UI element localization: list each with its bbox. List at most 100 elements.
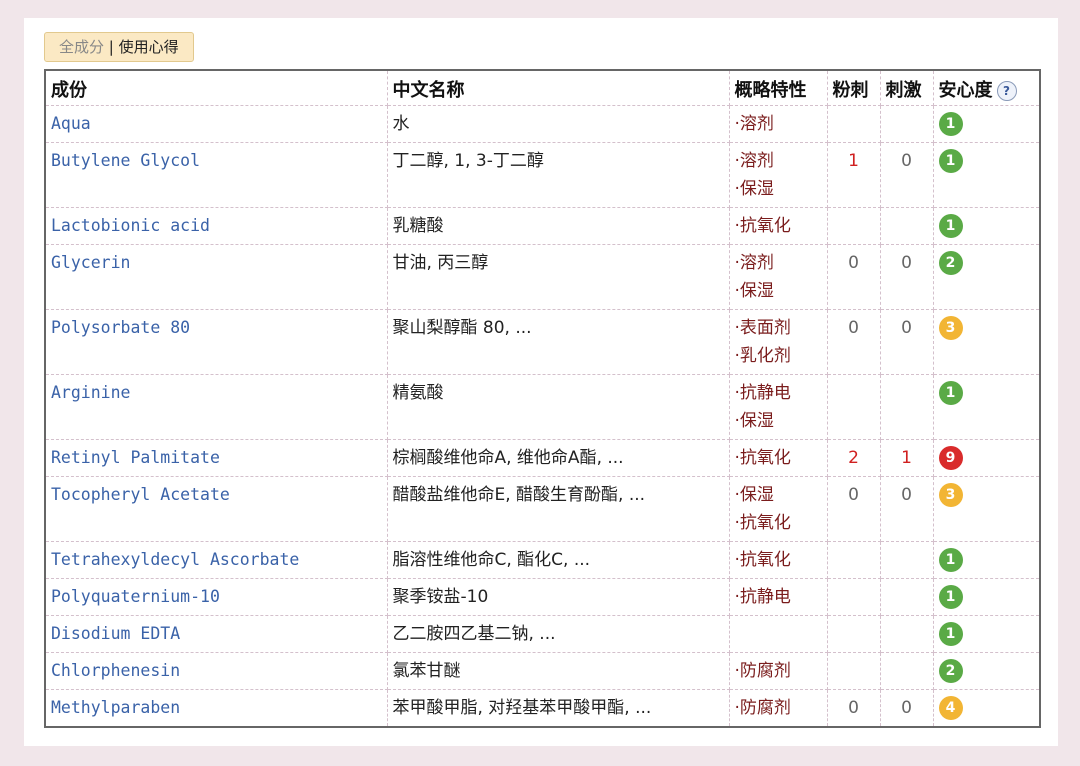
- ingredient-link[interactable]: Aqua: [45, 106, 387, 143]
- properties-cell: ·防腐剂: [729, 653, 827, 690]
- table-row: Tetrahexyldecyl Ascorbate 脂溶性维他命C, 酯化C, …: [45, 542, 1040, 579]
- property-tag: ·抗氧化: [735, 444, 822, 472]
- table-row: Retinyl Palmitate 棕榈酸维他命A, 维他命A酯, ... ·抗…: [45, 440, 1040, 477]
- safety-cell: 1: [933, 143, 1040, 208]
- safety-badge: 2: [939, 659, 963, 683]
- ingredient-link[interactable]: Methylparaben: [45, 690, 387, 728]
- ingredient-link[interactable]: Polyquaternium-10: [45, 579, 387, 616]
- header-acne: 粉刺: [827, 70, 880, 106]
- ingredient-link[interactable]: Retinyl Palmitate: [45, 440, 387, 477]
- safety-badge: 4: [939, 696, 963, 720]
- properties-cell: ·溶剂·保湿: [729, 245, 827, 310]
- chinese-name: 氯苯甘醚: [387, 653, 729, 690]
- irritation-value: [880, 208, 933, 245]
- acne-value: 0: [827, 245, 880, 310]
- irritation-value: 0: [880, 690, 933, 728]
- properties-cell: ·溶剂: [729, 106, 827, 143]
- ingredient-link[interactable]: Polysorbate 80: [45, 310, 387, 375]
- safety-cell: 1: [933, 106, 1040, 143]
- ingredient-link[interactable]: Tocopheryl Acetate: [45, 477, 387, 542]
- table-row: Chlorphenesin 氯苯甘醚 ·防腐剂 2: [45, 653, 1040, 690]
- ingredient-link[interactable]: Glycerin: [45, 245, 387, 310]
- property-tag: ·溶剂: [735, 147, 822, 175]
- safety-cell: 4: [933, 690, 1040, 728]
- properties-cell: ·溶剂·保湿: [729, 143, 827, 208]
- property-tag: ·溶剂: [735, 249, 822, 277]
- property-tag: ·抗氧化: [735, 509, 822, 537]
- safety-cell: 1: [933, 375, 1040, 440]
- header-safety-label: 安心度: [939, 80, 993, 101]
- properties-cell: ·防腐剂: [729, 690, 827, 728]
- safety-badge: 1: [939, 214, 963, 238]
- chinese-name: 精氨酸: [387, 375, 729, 440]
- ingredient-link[interactable]: Tetrahexyldecyl Ascorbate: [45, 542, 387, 579]
- irritation-value: [880, 375, 933, 440]
- tab-separator: |: [109, 38, 114, 56]
- properties-cell: ·抗氧化: [729, 542, 827, 579]
- safety-cell: 2: [933, 245, 1040, 310]
- ingredient-link[interactable]: Chlorphenesin: [45, 653, 387, 690]
- irritation-value: [880, 653, 933, 690]
- safety-cell: 1: [933, 579, 1040, 616]
- acne-value: 0: [827, 477, 880, 542]
- properties-cell: ·抗静电·保湿: [729, 375, 827, 440]
- chinese-name: 醋酸盐维他命E, 醋酸生育酚酯, ...: [387, 477, 729, 542]
- properties-cell: ·抗氧化: [729, 208, 827, 245]
- property-tag: ·保湿: [735, 481, 822, 509]
- safety-badge: 1: [939, 548, 963, 572]
- table-row: Lactobionic acid 乳糖酸 ·抗氧化 1: [45, 208, 1040, 245]
- acne-value: [827, 542, 880, 579]
- acne-value: 2: [827, 440, 880, 477]
- safety-badge: 1: [939, 149, 963, 173]
- chinese-name: 脂溶性维他命C, 酯化C, ...: [387, 542, 729, 579]
- table-row: Methylparaben 苯甲酸甲脂, 对羟基苯甲酸甲酯, ... ·防腐剂 …: [45, 690, 1040, 728]
- property-tag: ·防腐剂: [735, 694, 822, 722]
- safety-cell: 1: [933, 542, 1040, 579]
- properties-cell: ·抗氧化: [729, 440, 827, 477]
- tab-bar: 全成分 | 使用心得: [44, 32, 194, 62]
- safety-cell: 3: [933, 477, 1040, 542]
- property-tag: ·溶剂: [735, 110, 822, 138]
- irritation-value: 0: [880, 477, 933, 542]
- table-row: Aqua 水 ·溶剂 1: [45, 106, 1040, 143]
- property-tag: ·防腐剂: [735, 657, 822, 685]
- acne-value: [827, 208, 880, 245]
- table-row: Butylene Glycol 丁二醇, 1, 3-丁二醇 ·溶剂·保湿 1 0…: [45, 143, 1040, 208]
- chinese-name: 苯甲酸甲脂, 对羟基苯甲酸甲酯, ...: [387, 690, 729, 728]
- acne-value: [827, 106, 880, 143]
- chinese-name: 乙二胺四乙基二钠, ...: [387, 616, 729, 653]
- property-tag: ·抗静电: [735, 379, 822, 407]
- property-tag: ·抗氧化: [735, 546, 822, 574]
- acne-value: [827, 579, 880, 616]
- acne-value: [827, 375, 880, 440]
- tab-all-ingredients[interactable]: 全成分: [59, 38, 104, 56]
- table-row: Polysorbate 80 聚山梨醇酯 80, ... ·表面剂·乳化剂 0 …: [45, 310, 1040, 375]
- ingredient-link[interactable]: Arginine: [45, 375, 387, 440]
- safety-cell: 1: [933, 208, 1040, 245]
- irritation-value: [880, 616, 933, 653]
- help-icon[interactable]: ?: [997, 81, 1017, 101]
- properties-cell: [729, 616, 827, 653]
- tab-usage[interactable]: 使用心得: [119, 38, 179, 56]
- property-tag: ·保湿: [735, 175, 822, 203]
- ingredient-link[interactable]: Butylene Glycol: [45, 143, 387, 208]
- chinese-name: 聚季铵盐-10: [387, 579, 729, 616]
- acne-value: [827, 616, 880, 653]
- header-ingredient: 成份: [45, 70, 387, 106]
- table-row: Tocopheryl Acetate 醋酸盐维他命E, 醋酸生育酚酯, ... …: [45, 477, 1040, 542]
- table-row: Polyquaternium-10 聚季铵盐-10 ·抗静电 1: [45, 579, 1040, 616]
- ingredient-link[interactable]: Lactobionic acid: [45, 208, 387, 245]
- table-row: Arginine 精氨酸 ·抗静电·保湿 1: [45, 375, 1040, 440]
- chinese-name: 丁二醇, 1, 3-丁二醇: [387, 143, 729, 208]
- ingredient-link[interactable]: Disodium EDTA: [45, 616, 387, 653]
- irritation-value: [880, 106, 933, 143]
- acne-value: 0: [827, 690, 880, 728]
- irritation-value: 0: [880, 143, 933, 208]
- header-irritation: 刺激: [880, 70, 933, 106]
- safety-badge: 1: [939, 585, 963, 609]
- safety-badge: 9: [939, 446, 963, 470]
- acne-value: [827, 653, 880, 690]
- safety-cell: 2: [933, 653, 1040, 690]
- safety-badge: 3: [939, 483, 963, 507]
- property-tag: ·抗静电: [735, 583, 822, 611]
